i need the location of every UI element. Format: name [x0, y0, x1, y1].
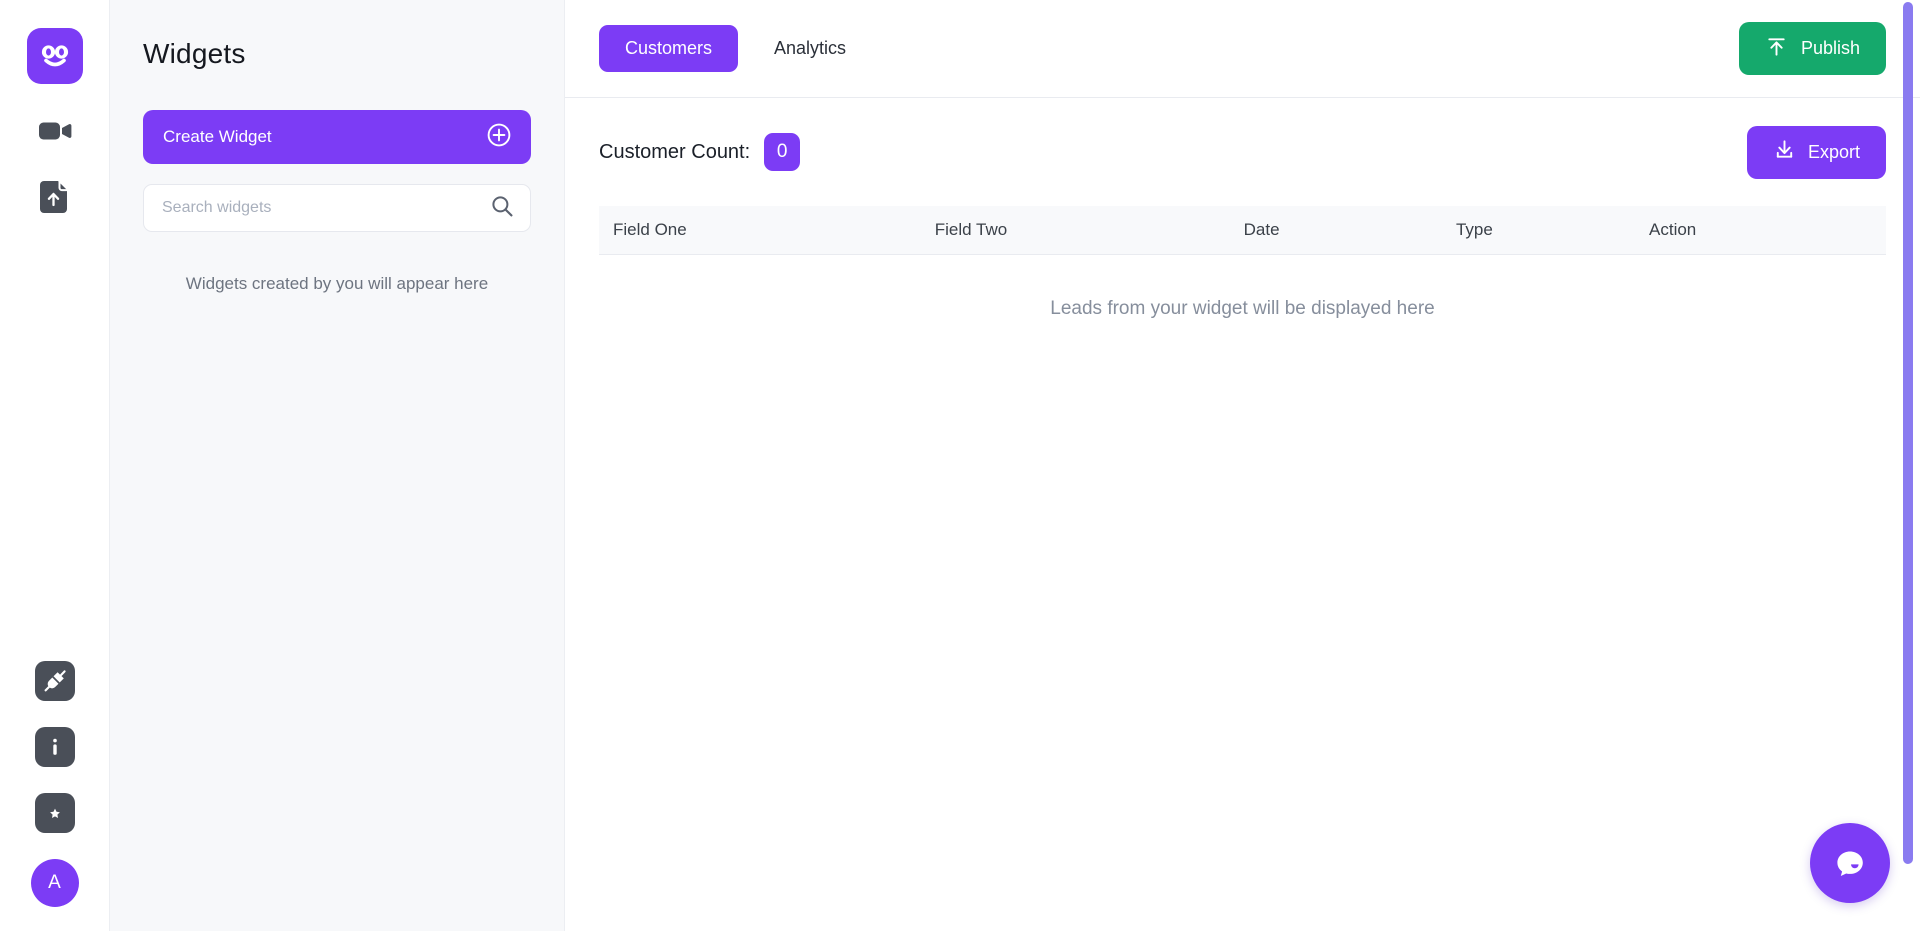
avatar[interactable]: A	[30, 859, 79, 907]
publish-label: Publish	[1800, 38, 1860, 58]
file-upload-icon[interactable]	[36, 178, 74, 216]
icon-rail: A	[0, 0, 110, 931]
customer-count-label: Customer Count:	[599, 140, 751, 163]
content-area: Customer Count: 0 Export Field One Field…	[565, 98, 1920, 931]
ticket-star-icon[interactable]	[34, 793, 75, 833]
table-header-row: Field One Field Two Date Type Action	[599, 206, 1886, 255]
column-header-action[interactable]: Action	[1635, 206, 1886, 255]
column-header-field-one[interactable]: Field One	[599, 206, 921, 255]
customer-count-row: Customer Count: 0 Export	[599, 125, 1886, 179]
scrollbar-thumb[interactable]	[1903, 2, 1913, 864]
video-camera-icon[interactable]	[36, 112, 74, 150]
create-widget-label: Create Widget	[163, 127, 272, 146]
rail-top-group	[26, 28, 83, 216]
plug-integration-icon[interactable]	[34, 661, 75, 701]
tab-bar: Customers Analytics	[599, 25, 872, 72]
page-title: Widgets	[143, 38, 246, 69]
plus-circle-icon	[487, 123, 511, 152]
info-icon[interactable]	[34, 727, 75, 767]
tab-analytics[interactable]: Analytics	[748, 25, 872, 72]
owl-face-logo-icon[interactable]	[26, 28, 83, 84]
top-bar: Customers Analytics Publish	[565, 0, 1920, 98]
export-button[interactable]: Export	[1746, 125, 1886, 179]
tab-customers[interactable]: Customers	[599, 25, 739, 72]
widgets-empty-message: Widgets created by you will appear here	[185, 274, 489, 293]
column-header-date[interactable]: Date	[1230, 206, 1442, 255]
rail-bottom-group: A	[0, 661, 109, 907]
page-scrollbar[interactable]	[1903, 0, 1913, 931]
search-input[interactable]	[162, 199, 490, 217]
publish-button[interactable]: Publish	[1738, 22, 1886, 75]
leads-empty-message: Leads from your widget will be displayed…	[1050, 298, 1435, 319]
column-header-field-two[interactable]: Field Two	[921, 206, 1230, 255]
chat-bubble-icon[interactable]	[1810, 823, 1890, 903]
leads-table-head: Field One Field Two Date Type Action	[599, 206, 1886, 255]
export-label: Export	[1807, 141, 1860, 162]
column-header-type[interactable]: Type	[1442, 206, 1635, 255]
create-widget-button[interactable]: Create Widget	[143, 110, 531, 164]
search-widgets-box[interactable]	[143, 184, 531, 232]
main-area: Customers Analytics Publish Customer Cou…	[565, 0, 1920, 931]
widgets-panel: Widgets Create Widget Widgets created by…	[110, 0, 565, 931]
search-icon[interactable]	[490, 194, 514, 223]
upload-icon	[1765, 35, 1788, 63]
download-icon	[1773, 138, 1796, 166]
app-root: A Widgets Create Widget Wi	[0, 0, 1920, 931]
customer-count-badge: 0	[764, 133, 801, 171]
leads-table: Field One Field Two Date Type Action	[599, 206, 1886, 255]
avatar-initial: A	[48, 872, 61, 893]
